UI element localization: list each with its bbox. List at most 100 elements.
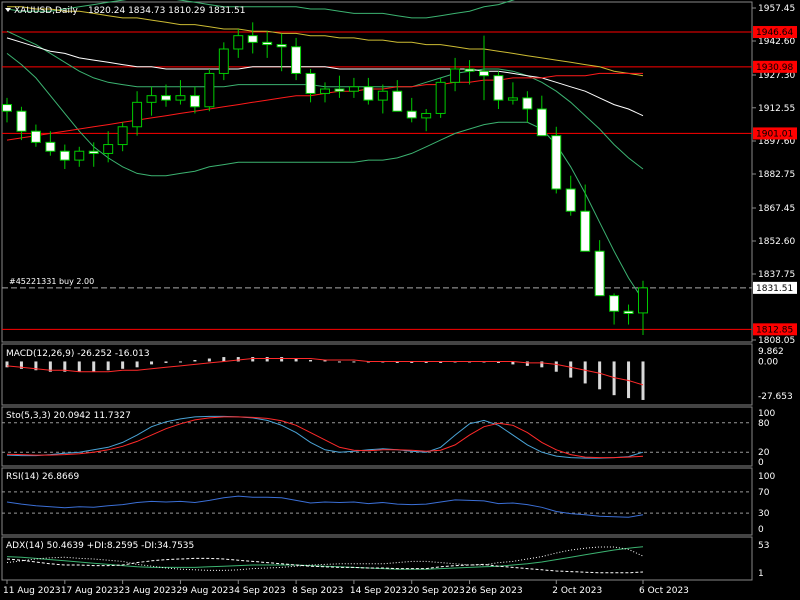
y-tick-label: 1882.75 [758,170,795,180]
y-tick-label: 1942.60 [758,37,795,47]
candle-body [348,86,359,92]
candle-body [262,41,273,46]
stochastic-axis-label: 80 [758,419,770,429]
macd-histogram-bar [222,357,226,362]
candle-body [435,81,446,114]
macd-axis-label: -27.653 [758,392,793,402]
macd-histogram-bar [525,361,529,366]
candle-body [377,90,388,101]
x-tick-label: 4 Sep 2023 [234,586,285,596]
candle-body [450,68,461,83]
macd-histogram-bar [106,361,110,371]
candle-body [117,126,128,146]
chart-title: XAUUSD,Daily [14,6,78,16]
stochastic-axis-label: 100 [758,409,775,419]
candle-body [638,287,648,314]
macd-histogram-bar [207,358,211,362]
candle-body [493,75,504,101]
candle-body [276,44,287,48]
candle-body [161,95,171,101]
chart-canvas[interactable]: 1957.451942.601927.301912.551897.601882.… [0,0,800,600]
candle-body [522,97,533,110]
macd-signal-line [6,358,644,386]
x-tick-label: 26 Sep 2023 [466,586,523,596]
x-tick-label: 17 Aug 2023 [61,586,119,596]
macd-histogram-bar [569,361,573,378]
macd-histogram-bar [554,361,558,372]
candle-body [363,86,374,101]
trading-chart-window[interactable]: 1957.45 1942.60 1927.30 1912.55 1897.60 1882.… [0,0,800,600]
candle-body [218,48,229,74]
y-tick-label: 1912.55 [758,104,795,114]
moving-average-yellow-line [7,6,644,77]
macd-histogram-bar [77,361,81,372]
candle-body [16,110,27,132]
candle-body [320,88,330,94]
x-tick-label: 20 Sep 2023 [408,586,465,596]
candle-body [88,150,99,154]
candle-body [132,101,143,128]
y-tick-label: 1867.45 [758,204,795,214]
candle-body [609,295,620,312]
y-tick-label: 1957.45 [758,4,795,14]
rsi-label: RSI(14) 26.8669 [6,472,79,482]
candle-body [479,70,489,77]
candle-body [103,144,114,154]
candle-body [291,46,302,74]
level-price-label: 1930.98 [756,63,793,73]
macd-histogram-bar [337,361,341,363]
macd-histogram-bar [92,361,96,372]
macd-histogram-bar [135,361,139,368]
ohlc-header: 1820.24 1834.73 1810.29 1831.51 [88,6,245,16]
macd-histogram-bar [150,361,154,365]
macd-histogram-bar [280,357,284,362]
x-tick-label: 14 Sep 2023 [350,586,407,596]
candle-body [2,104,12,112]
candle-body [594,250,605,297]
candle-body [233,35,244,50]
candle-body [189,95,200,108]
candle-body [565,188,576,212]
macd-axis-label: 9.862 [758,347,784,357]
candle-body [551,135,562,190]
macd-histogram-bar [627,361,631,399]
y-tick-label: 1837.75 [758,270,795,280]
macd-histogram-bar [583,361,587,384]
candle-body [392,90,403,112]
candle-body [146,95,157,103]
candle-body [247,35,258,43]
macd-histogram-bar [178,361,182,363]
stochastic-main-line [6,415,644,459]
macd-histogram-bar [265,357,269,362]
adx-axis-label: 53 [758,541,769,551]
candle-body [421,112,432,119]
candle-body [59,150,70,161]
rsi-axis-label: 0 [758,525,764,535]
macd-histogram-bar [352,361,356,363]
stochastic-signal-line [6,416,644,459]
x-tick-label: 6 Oct 2023 [639,586,689,596]
current-price-label: 1831.51 [756,284,793,294]
macd-label: MACD(12,26,9) -26.252 -16.013 [6,349,150,359]
rsi-axis-label: 70 [758,488,770,498]
order-line-label: #45221331 buy 2.00 [9,277,94,286]
macd-histogram-bar [251,357,255,362]
candle-body [175,95,186,101]
candle-body [536,108,547,137]
level-price-label: 1946.64 [756,28,793,38]
candle-body [204,72,215,108]
adx-axis-label: 1 [758,569,764,579]
candle-body [30,130,41,143]
candle-body [305,72,316,94]
macd-histogram-bar [121,361,125,369]
candle-body [464,68,475,72]
x-tick-label: 11 Aug 2023 [3,586,61,596]
candle-body [334,88,345,92]
x-tick-label: 8 Sep 2023 [292,586,343,596]
x-tick-label: 2 Oct 2023 [552,586,602,596]
macd-histogram-bar [598,361,602,390]
stochastic-label: Sto(5,3,3) 20.0942 11.7327 [6,411,131,421]
candle-body [623,310,634,314]
rsi-axis-label: 30 [758,509,770,519]
macd-histogram-bar [236,357,240,362]
